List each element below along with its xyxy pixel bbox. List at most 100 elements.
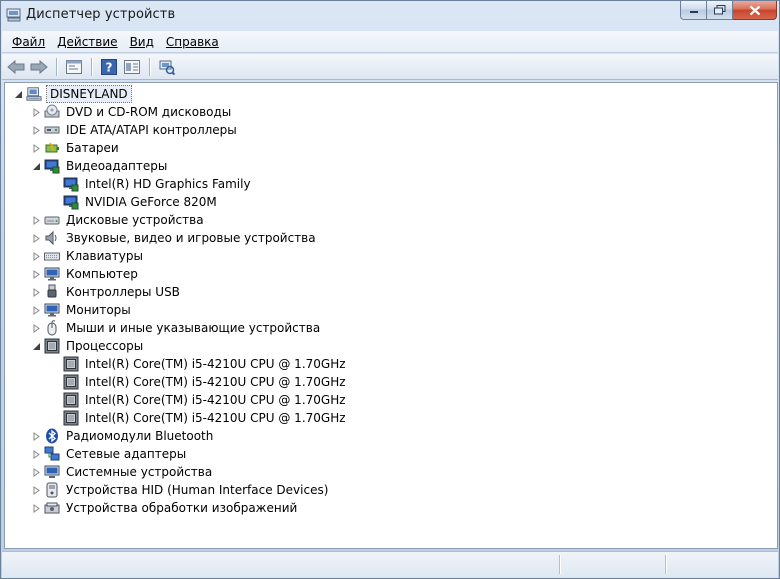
tree-category[interactable]: Системные устройства <box>31 463 214 481</box>
expand-icon[interactable] <box>31 323 42 334</box>
disk-drive-icon <box>44 212 60 228</box>
processor-icon <box>63 392 79 408</box>
expand-icon[interactable] <box>31 287 42 298</box>
menu-view[interactable]: Вид <box>124 32 160 52</box>
display-adapter-icon <box>63 194 79 210</box>
forward-button[interactable] <box>28 56 50 78</box>
scan-hardware-button[interactable] <box>156 56 178 78</box>
tree-category[interactable]: DVD и CD-ROM дисководы <box>31 103 233 121</box>
close-button[interactable] <box>733 1 777 20</box>
toolbar-separator <box>56 57 57 76</box>
restore-icon <box>713 5 725 15</box>
expand-icon[interactable] <box>31 485 42 496</box>
system-device-icon <box>44 464 60 480</box>
hid-icon <box>44 482 60 498</box>
title-bar[interactable]: Диспетчер устройств <box>1 1 779 31</box>
node-label: Компьютер <box>66 267 138 281</box>
expand-icon[interactable] <box>31 215 42 226</box>
keyboard-icon <box>44 248 60 264</box>
computer-icon <box>26 86 42 102</box>
expand-icon[interactable] <box>31 143 42 154</box>
tree-device[interactable]: Intel(R) HD Graphics Family <box>50 175 253 193</box>
window-title: Диспетчер устройств <box>26 7 176 22</box>
mouse-icon <box>44 320 60 336</box>
tree-category[interactable]: Процессоры <box>31 337 145 355</box>
expand-icon[interactable] <box>31 467 42 478</box>
tree-category[interactable]: Компьютер <box>31 265 140 283</box>
toolbar: ? <box>2 54 778 80</box>
tree-category[interactable]: Устройства HID (Human Interface Devices) <box>31 481 330 499</box>
expand-icon[interactable] <box>31 107 42 118</box>
tree-category[interactable]: Сетевые адаптеры <box>31 445 188 463</box>
tree-device[interactable]: Intel(R) Core(TM) i5-4210U CPU @ 1.70GHz <box>50 355 348 373</box>
processor-icon <box>44 338 60 354</box>
tree-device[interactable]: Intel(R) Core(TM) i5-4210U CPU @ 1.70GHz <box>50 409 348 427</box>
toolbar-separator <box>91 57 92 76</box>
expand-icon[interactable] <box>31 269 42 280</box>
device-manager-window: Диспетчер устройств Файл Действие Вид Сп… <box>0 0 780 579</box>
device-tree[interactable]: DISNEYLAND DVD и CD-ROM дисководы IDE ATA/… <box>4 82 778 549</box>
tree-category[interactable]: Контроллеры USB <box>31 283 182 301</box>
speaker-icon <box>44 230 60 246</box>
node-label: NVIDIA GeForce 820M <box>85 195 217 209</box>
monitor-icon <box>44 302 60 318</box>
help-button[interactable]: ? <box>98 56 120 78</box>
tree-root[interactable]: DISNEYLAND <box>13 85 132 103</box>
device-manager-app-icon <box>6 8 22 22</box>
tree-category[interactable]: Звуковые, видео и игровые устройства <box>31 229 318 247</box>
tree-category[interactable]: Клавиатуры <box>31 247 145 265</box>
expand-icon[interactable] <box>31 305 42 316</box>
maximize-button[interactable] <box>707 1 733 20</box>
tree-device[interactable]: NVIDIA GeForce 820M <box>50 193 219 211</box>
expand-icon[interactable] <box>31 125 42 136</box>
node-label: Сетевые адаптеры <box>66 447 187 461</box>
expand-icon[interactable] <box>31 503 42 514</box>
node-label: Intel(R) Core(TM) i5-4210U CPU @ 1.70GHz <box>85 393 346 407</box>
expand-icon[interactable] <box>31 449 42 460</box>
node-label: Процессоры <box>66 339 144 353</box>
node-label: Батареи <box>66 141 119 155</box>
display-adapter-icon <box>44 158 60 174</box>
menu-help[interactable]: Справка <box>160 32 225 52</box>
monitor-icon <box>44 266 60 282</box>
tree-category[interactable]: Батареи <box>31 139 121 157</box>
battery-icon <box>44 140 60 156</box>
tree-category[interactable]: IDE ATA/ATAPI контроллеры <box>31 121 239 139</box>
back-button[interactable] <box>5 56 27 78</box>
expand-icon[interactable] <box>31 251 42 262</box>
help-icon: ? <box>101 58 117 75</box>
minimize-button[interactable] <box>680 1 707 20</box>
node-label: Клавиатуры <box>66 249 143 263</box>
tree-device[interactable]: Intel(R) Core(TM) i5-4210U CPU @ 1.70GHz <box>50 391 348 409</box>
menu-view-label: Вид <box>129 34 154 49</box>
node-label: Intel(R) HD Graphics Family <box>85 177 251 191</box>
tree-device[interactable]: Intel(R) Core(TM) i5-4210U CPU @ 1.70GHz <box>50 373 348 391</box>
network-adapter-icon <box>44 446 60 462</box>
status-segment <box>665 555 778 574</box>
expand-icon[interactable] <box>31 431 42 442</box>
collapse-icon[interactable] <box>31 341 42 352</box>
tree-category[interactable]: Устройства обработки изображений <box>31 499 299 517</box>
tree-category[interactable]: Мониторы <box>31 301 133 319</box>
properties-button[interactable] <box>63 56 85 78</box>
tree-category[interactable]: Дисковые устройства <box>31 211 206 229</box>
menu-file[interactable]: Файл <box>6 32 51 52</box>
menu-bar: Файл Действие Вид Справка <box>2 31 778 53</box>
collapse-icon[interactable] <box>13 89 24 100</box>
forward-arrow-icon <box>30 59 48 74</box>
tree-category[interactable]: Мыши и иные указывающие устройства <box>31 319 322 337</box>
processor-icon <box>63 356 79 372</box>
node-label: IDE ATA/ATAPI контроллеры <box>66 123 237 137</box>
imaging-device-icon <box>44 500 60 516</box>
view-button[interactable] <box>121 56 143 78</box>
node-label: Устройства HID (Human Interface Devices) <box>66 483 329 497</box>
collapse-icon[interactable] <box>31 161 42 172</box>
node-label: Устройства обработки изображений <box>66 501 298 515</box>
node-label: Intel(R) Core(TM) i5-4210U CPU @ 1.70GHz <box>85 411 346 425</box>
menu-action[interactable]: Действие <box>51 32 123 52</box>
expand-icon[interactable] <box>31 233 42 244</box>
node-label: Мониторы <box>66 303 131 317</box>
tree-category[interactable]: Радиомодули Bluetooth <box>31 427 215 445</box>
tree-category[interactable]: Видеоадаптеры <box>31 157 169 175</box>
